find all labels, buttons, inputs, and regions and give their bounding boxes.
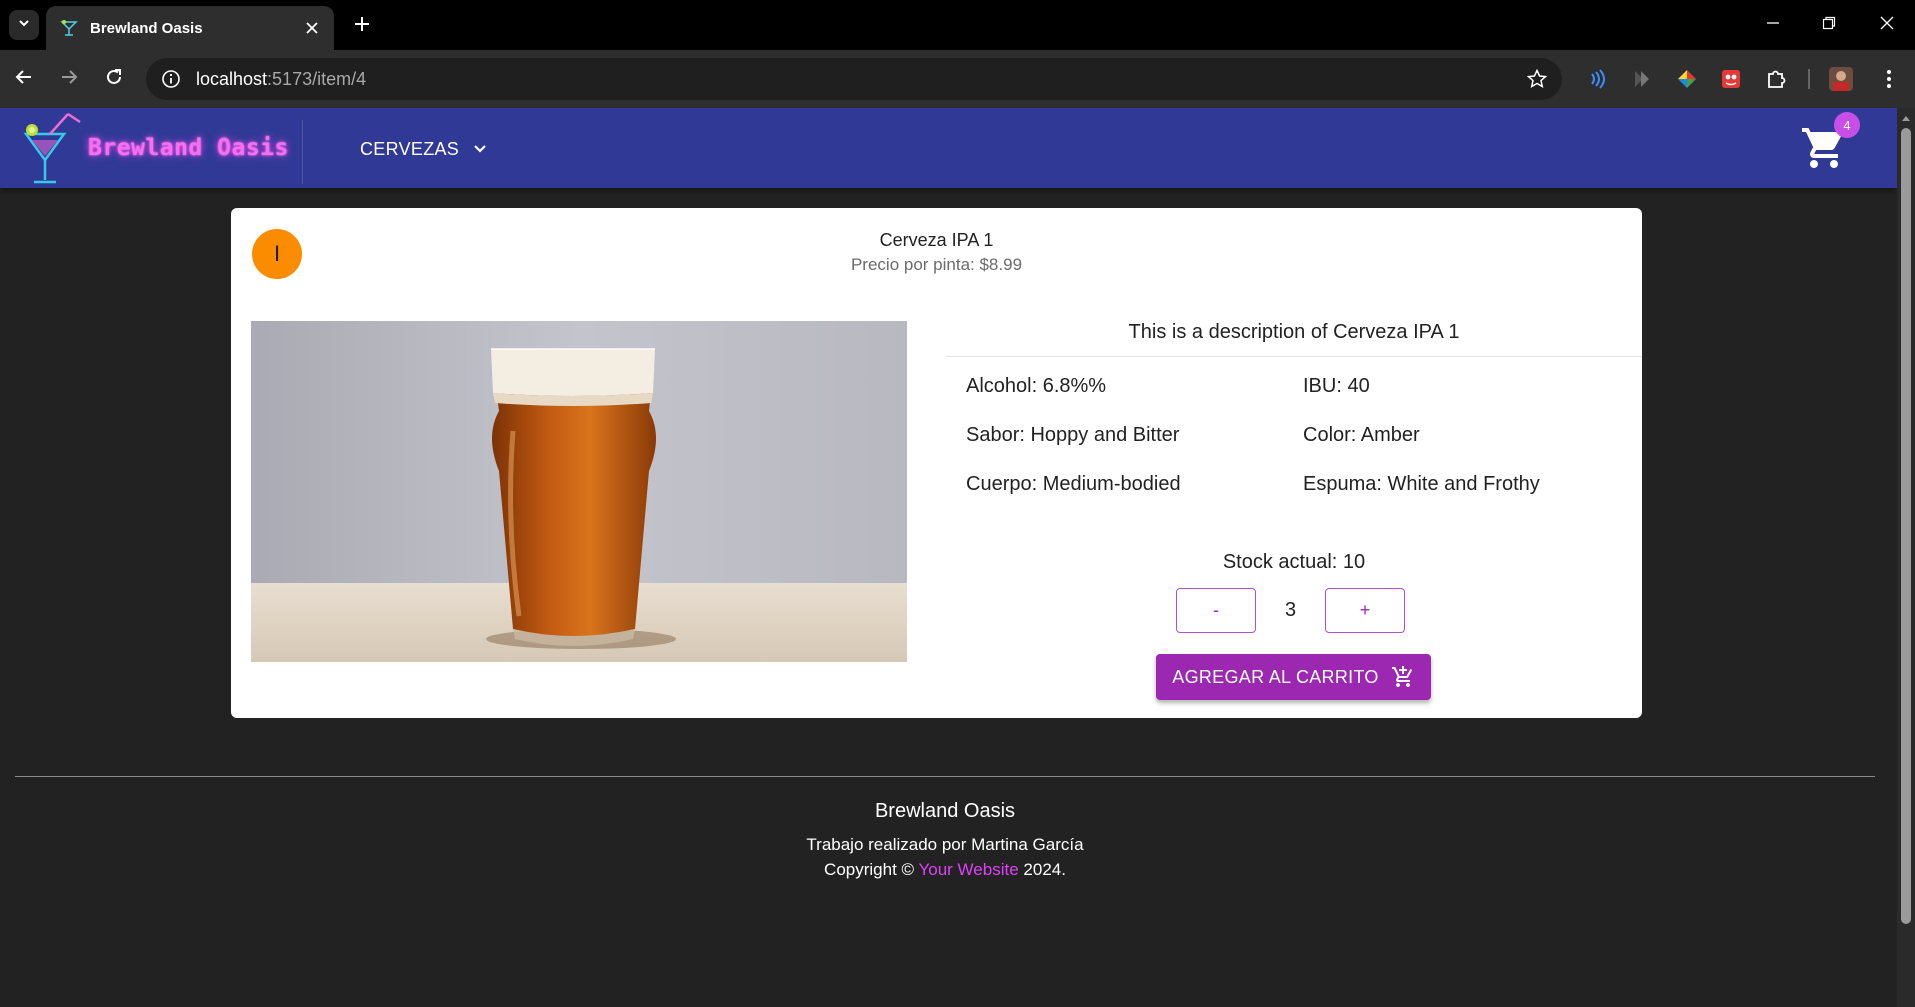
footer-credit: Trabajo realizado por Martina García (806, 835, 1084, 854)
app-header: Brewland Oasis CERVEZAS 4 (0, 108, 1897, 188)
kebab-menu-icon[interactable] (1875, 65, 1903, 93)
reload-button[interactable] (99, 64, 129, 94)
header-divider (302, 120, 303, 184)
add-shopping-cart-icon (1391, 665, 1415, 689)
minimize-window-button[interactable] (1755, 10, 1791, 40)
website-link[interactable]: Your Website (918, 860, 1018, 879)
info-icon[interactable] (158, 66, 184, 92)
attribute-alcohol: Alcohol: 6.8%% (966, 375, 1107, 397)
stock-count: Stock actual: 10 (1222, 551, 1366, 573)
address-bar[interactable]: localhost:5173/item/4 (146, 58, 1562, 100)
back-button[interactable] (9, 64, 39, 94)
product-price: Precio por pinta: $8.99 (850, 255, 1023, 274)
page-scrollbar[interactable] (1897, 108, 1915, 1007)
beers-menu-button[interactable]: CERVEZAS (360, 134, 487, 164)
reload-icon (105, 68, 123, 91)
tab-search-button[interactable] (9, 10, 39, 40)
cocktail-favicon-icon (60, 19, 78, 37)
restore-icon (1822, 16, 1836, 35)
product-attributes: Alcohol: 6.8%% IBU: 40 Sabor: Hoppy and … (946, 357, 1642, 514)
scroll-up-arrow-icon[interactable] (1897, 112, 1915, 124)
product-title: Cerveza IPA 1 (879, 230, 994, 250)
tab-title: Brewland Oasis (90, 19, 203, 37)
quantity-value: 3 (1284, 599, 1297, 621)
new-tab-button[interactable] (348, 12, 376, 40)
copyright-prefix: Copyright © (824, 860, 915, 879)
close-window-button[interactable] (1869, 10, 1905, 40)
arrow-left-icon (15, 68, 33, 91)
decrease-quantity-button[interactable]: - (1176, 588, 1256, 633)
extension-red-icon[interactable] (1717, 65, 1745, 93)
attribute-ibu: IBU: 40 (1303, 375, 1370, 397)
minimize-icon (1766, 16, 1780, 35)
footer-copyright: Copyright © Your Website 2024. (0, 860, 1890, 880)
extension-color-icon[interactable] (1673, 65, 1701, 93)
footer-divider (15, 776, 1875, 777)
restore-window-button[interactable] (1811, 10, 1847, 40)
star-icon[interactable] (1526, 68, 1548, 90)
browser-toolbar: localhost:5173/item/4 (0, 50, 1915, 108)
attribute-flavor: Sabor: Hoppy and Bitter (966, 424, 1180, 446)
chevron-down-icon (17, 16, 31, 35)
beers-menu-label: CERVEZAS (360, 138, 460, 159)
beer-pint-image (251, 321, 907, 662)
attribute-foam: Espuma: White and Frothy (1303, 473, 1540, 495)
attribute-body: Cuerpo: Medium-bodied (966, 473, 1181, 495)
scrollbar-thumb[interactable] (1901, 128, 1911, 924)
url-text: localhost:5173/item/4 (196, 68, 367, 89)
toolbar-divider (1808, 69, 1810, 89)
forward-button[interactable] (54, 64, 84, 94)
plus-icon (354, 16, 370, 37)
product-details: This is a description of Cerveza IPA 1 A… (946, 315, 1642, 514)
extension-wifi-icon[interactable] (1583, 65, 1611, 93)
copyright-year: 2024. (1023, 860, 1066, 879)
chevron-down-icon (473, 144, 487, 154)
close-icon (1880, 16, 1894, 35)
browser-tab-active[interactable]: Brewland Oasis (46, 6, 334, 50)
profile-avatar[interactable] (1827, 65, 1855, 93)
product-description: This is a description of Cerveza IPA 1 (946, 315, 1642, 357)
add-to-cart-button[interactable]: AGREGAR AL CARRITO (1156, 654, 1431, 700)
browser-tab-strip: Brewland Oasis (0, 0, 1915, 50)
attribute-color: Color: Amber (1303, 424, 1420, 446)
cart-count-badge: 4 (1834, 112, 1860, 138)
arrow-right-icon (60, 68, 78, 91)
product-card: I Cerveza IPA 1 Precio por pinta: $8.99 (231, 208, 1642, 718)
increase-quantity-button[interactable]: + (1325, 588, 1405, 633)
puzzle-icon[interactable] (1762, 65, 1790, 93)
page-viewport: Brewland Oasis CERVEZAS 4 I Cerveza IPA … (0, 108, 1897, 1007)
brand-title[interactable]: Brewland Oasis (88, 135, 289, 161)
quantity-stepper: - 3 + (1176, 588, 1416, 633)
footer-brand: Brewland Oasis (874, 800, 1016, 822)
close-icon[interactable] (302, 18, 322, 38)
cocktail-logo-icon[interactable] (20, 112, 86, 188)
extension-arrows-icon[interactable] (1628, 65, 1656, 93)
add-to-cart-label: AGREGAR AL CARRITO (1172, 666, 1379, 687)
